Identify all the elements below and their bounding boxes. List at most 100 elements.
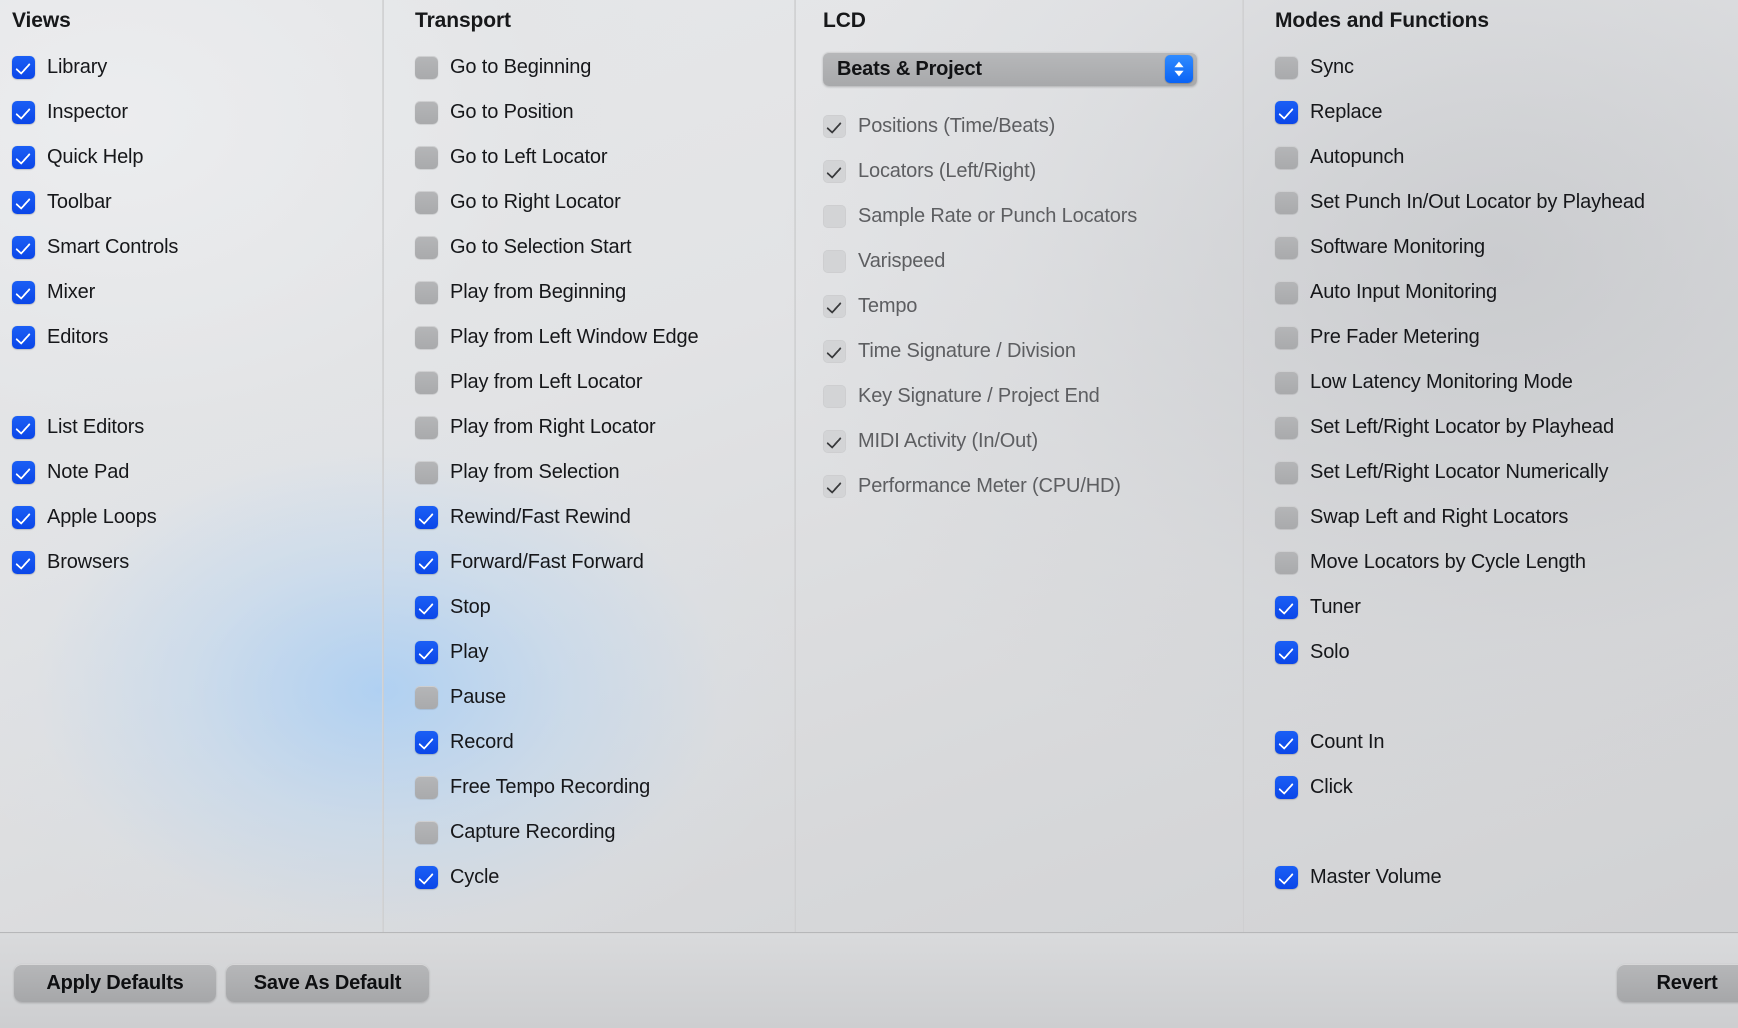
checkbox-row[interactable]: Count In bbox=[1275, 720, 1738, 765]
checkbox-unchecked-icon[interactable] bbox=[1275, 551, 1298, 574]
checkbox-row[interactable]: Move Locators by Cycle Length bbox=[1275, 540, 1738, 585]
checkbox-row[interactable]: Rewind/Fast Rewind bbox=[415, 495, 795, 540]
checkbox-row[interactable]: Play from Right Locator bbox=[415, 405, 795, 450]
checkbox-checked-icon[interactable] bbox=[12, 551, 35, 574]
apply-defaults-button[interactable]: Apply Defaults bbox=[14, 964, 216, 1002]
checkbox-checked-icon[interactable] bbox=[415, 506, 438, 529]
checkbox-row[interactable]: Mixer bbox=[12, 270, 383, 315]
checkbox-checked-icon[interactable] bbox=[1275, 731, 1298, 754]
checkbox-row[interactable]: Low Latency Monitoring Mode bbox=[1275, 360, 1738, 405]
checkbox-unchecked-icon[interactable] bbox=[1275, 461, 1298, 484]
checkbox-row[interactable]: Go to Selection Start bbox=[415, 225, 795, 270]
checkbox-row[interactable]: Software Monitoring bbox=[1275, 225, 1738, 270]
checkbox-row[interactable]: Swap Left and Right Locators bbox=[1275, 495, 1738, 540]
checkbox-unchecked-icon[interactable] bbox=[415, 686, 438, 709]
checkbox-checked-icon[interactable] bbox=[415, 596, 438, 619]
checkbox-row[interactable]: Click bbox=[1275, 765, 1738, 810]
checkbox-checked-icon[interactable] bbox=[1275, 596, 1298, 619]
checkbox-row[interactable]: Set Punch In/Out Locator by Playhead bbox=[1275, 180, 1738, 225]
checkbox-row[interactable]: Browsers bbox=[12, 540, 383, 585]
save-as-default-button[interactable]: Save As Default bbox=[226, 964, 429, 1002]
checkbox-unchecked-icon[interactable] bbox=[1275, 506, 1298, 529]
checkbox-row[interactable]: Go to Position bbox=[415, 90, 795, 135]
checkbox-checked-icon[interactable] bbox=[12, 416, 35, 439]
checkbox-row[interactable]: Pause bbox=[415, 675, 795, 720]
revert-button[interactable]: Revert bbox=[1617, 964, 1738, 1002]
checkbox-unchecked-icon[interactable] bbox=[415, 146, 438, 169]
checkbox-unchecked-icon[interactable] bbox=[1275, 146, 1298, 169]
checkbox-checked-icon[interactable] bbox=[12, 101, 35, 124]
checkbox-row[interactable]: Autopunch bbox=[1275, 135, 1738, 180]
checkbox-checked-icon[interactable] bbox=[415, 641, 438, 664]
lcd-display-mode-popup[interactable]: Beats & Project bbox=[823, 52, 1197, 86]
checkbox-checked-icon[interactable] bbox=[12, 236, 35, 259]
checkbox-unchecked-icon[interactable] bbox=[415, 776, 438, 799]
checkbox-unchecked-icon[interactable] bbox=[1275, 416, 1298, 439]
checkbox-checked-icon[interactable] bbox=[12, 191, 35, 214]
checkbox-unchecked-icon[interactable] bbox=[1275, 371, 1298, 394]
checkbox-unchecked-icon[interactable] bbox=[1275, 326, 1298, 349]
checkbox-row[interactable]: Go to Beginning bbox=[415, 45, 795, 90]
checkbox-unchecked-icon[interactable] bbox=[1275, 236, 1298, 259]
checkbox-unchecked-icon[interactable] bbox=[1275, 56, 1298, 79]
checkbox-row[interactable]: Play from Selection bbox=[415, 450, 795, 495]
chevron-up-down-icon[interactable] bbox=[1165, 55, 1193, 83]
checkbox-unchecked-icon[interactable] bbox=[415, 821, 438, 844]
checkbox-checked-icon[interactable] bbox=[1275, 641, 1298, 664]
checkbox-checked-icon[interactable] bbox=[12, 461, 35, 484]
checkbox-unchecked-icon[interactable] bbox=[415, 101, 438, 124]
checkbox-row[interactable]: Master Volume bbox=[1275, 855, 1738, 900]
checkbox-unchecked-icon[interactable] bbox=[415, 191, 438, 214]
checkbox-unchecked-icon[interactable] bbox=[415, 56, 438, 79]
checkbox-row[interactable]: Apple Loops bbox=[12, 495, 383, 540]
checkbox-row[interactable]: Inspector bbox=[12, 90, 383, 135]
checkbox-row[interactable]: Editors bbox=[12, 315, 383, 360]
checkbox-row[interactable]: Auto Input Monitoring bbox=[1275, 270, 1738, 315]
checkbox-unchecked-icon[interactable] bbox=[415, 416, 438, 439]
checkbox-row[interactable]: Go to Right Locator bbox=[415, 180, 795, 225]
checkbox-row[interactable]: Cycle bbox=[415, 855, 795, 900]
checkbox-row[interactable]: Quick Help bbox=[12, 135, 383, 180]
checkbox-row[interactable]: Record bbox=[415, 720, 795, 765]
checkbox-row[interactable]: List Editors bbox=[12, 405, 383, 450]
checkbox-checked-icon[interactable] bbox=[12, 281, 35, 304]
checkbox-row[interactable]: Go to Left Locator bbox=[415, 135, 795, 180]
checkbox-checked-icon[interactable] bbox=[12, 326, 35, 349]
checkbox-checked-icon[interactable] bbox=[415, 731, 438, 754]
checkbox-row[interactable]: Set Left/Right Locator Numerically bbox=[1275, 450, 1738, 495]
checkbox-row[interactable]: Library bbox=[12, 45, 383, 90]
checkbox-row[interactable]: Play from Left Locator bbox=[415, 360, 795, 405]
checkbox-row[interactable]: Free Tempo Recording bbox=[415, 765, 795, 810]
checkbox-row[interactable]: Sync bbox=[1275, 45, 1738, 90]
checkbox-unchecked-icon[interactable] bbox=[415, 236, 438, 259]
checkbox-unchecked-icon[interactable] bbox=[415, 371, 438, 394]
checkbox-row[interactable]: Smart Controls bbox=[12, 225, 383, 270]
checkbox-row[interactable]: Toolbar bbox=[12, 180, 383, 225]
checkbox-unchecked-icon[interactable] bbox=[415, 281, 438, 304]
checkbox-unchecked-icon[interactable] bbox=[415, 461, 438, 484]
checkbox-checked-icon[interactable] bbox=[415, 551, 438, 574]
checkbox-checked-icon[interactable] bbox=[12, 146, 35, 169]
checkbox-unchecked-icon[interactable] bbox=[415, 326, 438, 349]
checkbox-unchecked-icon[interactable] bbox=[1275, 191, 1298, 214]
checkbox-row[interactable]: Forward/Fast Forward bbox=[415, 540, 795, 585]
checkbox-row[interactable]: Set Left/Right Locator by Playhead bbox=[1275, 405, 1738, 450]
checkbox-checked-icon[interactable] bbox=[12, 56, 35, 79]
checkbox-row[interactable]: Play from Left Window Edge bbox=[415, 315, 795, 360]
checkbox-checked-icon[interactable] bbox=[415, 866, 438, 889]
checkbox-row[interactable]: Play from Beginning bbox=[415, 270, 795, 315]
checkbox-row: Sample Rate or Punch Locators bbox=[823, 194, 1243, 239]
checkbox-checked-icon[interactable] bbox=[1275, 101, 1298, 124]
checkbox-row[interactable]: Solo bbox=[1275, 630, 1738, 675]
checkbox-row[interactable]: Note Pad bbox=[12, 450, 383, 495]
checkbox-checked-icon[interactable] bbox=[12, 506, 35, 529]
checkbox-row[interactable]: Pre Fader Metering bbox=[1275, 315, 1738, 360]
checkbox-row[interactable]: Replace bbox=[1275, 90, 1738, 135]
checkbox-row[interactable]: Stop bbox=[415, 585, 795, 630]
checkbox-row[interactable]: Tuner bbox=[1275, 585, 1738, 630]
checkbox-checked-icon[interactable] bbox=[1275, 866, 1298, 889]
checkbox-row[interactable]: Capture Recording bbox=[415, 810, 795, 855]
checkbox-unchecked-icon[interactable] bbox=[1275, 281, 1298, 304]
checkbox-row[interactable]: Play bbox=[415, 630, 795, 675]
checkbox-checked-icon[interactable] bbox=[1275, 776, 1298, 799]
